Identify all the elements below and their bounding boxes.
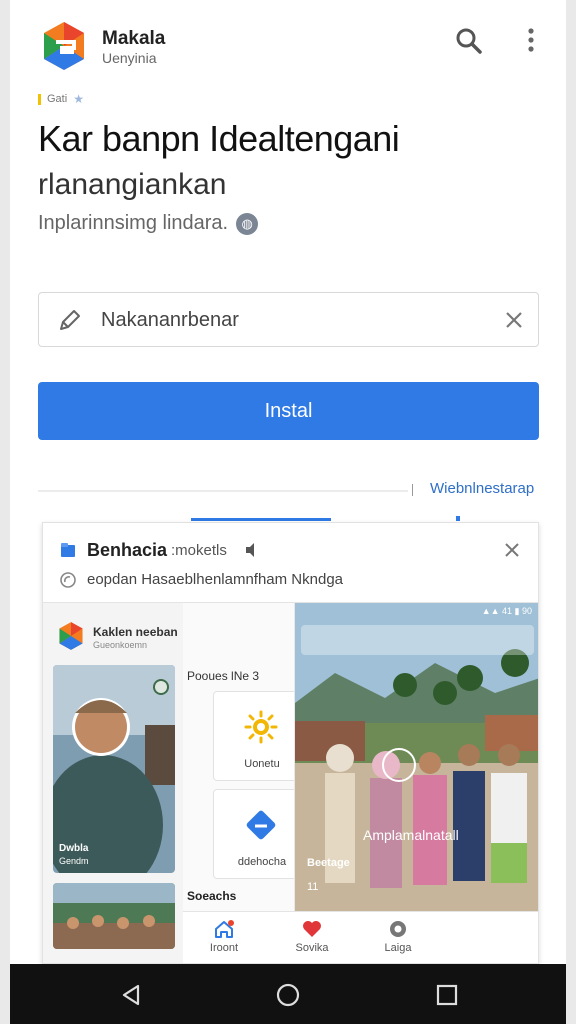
document-icon [61, 543, 75, 557]
circle-icon [390, 921, 406, 937]
group-photo-thumbnail[interactable] [53, 883, 175, 949]
globe-icon[interactable]: ◍ [236, 212, 259, 235]
preview-photo[interactable]: ▲▲ 41 ▮ 90 Amplamalnatall Beetage 11 [295, 603, 538, 911]
page-title: Kar banpn Idealtengani [38, 118, 400, 159]
star-icon: ★ [73, 92, 84, 106]
mini-app-title: Kaklen neeban [93, 625, 178, 639]
back-icon[interactable] [118, 982, 144, 1008]
photo-sublabel: Gendm [59, 856, 89, 866]
feature-card[interactable]: Uonetu [213, 691, 294, 781]
photo-label: Beetage [307, 857, 350, 869]
section-heading: Pooues lNe 3 [187, 669, 260, 683]
status-bar: ▲▲ 41 ▮ 90 [481, 606, 532, 616]
tag-label: Gati [47, 93, 68, 105]
sound-icon[interactable] [243, 541, 261, 559]
app-subtitle: Uenyinia [102, 50, 157, 66]
refresh-icon [60, 572, 76, 588]
description-text: Inplarinnsimg lindara. [38, 212, 229, 234]
page-description: Inplarinnsimg lindara. ◍ [38, 212, 259, 235]
install-button[interactable]: Instal [38, 382, 539, 440]
more-options-icon[interactable] [516, 26, 546, 56]
nav-item-home[interactable]: Iroont [189, 918, 259, 954]
photo-label: Dwbla [59, 843, 89, 854]
more-link[interactable]: Wiebnlnestarap [430, 480, 534, 497]
search-field[interactable] [38, 292, 539, 347]
search-icon[interactable] [454, 26, 484, 56]
tag-marker [38, 93, 41, 105]
home-icon [215, 920, 234, 938]
close-icon[interactable] [503, 309, 525, 331]
heart-icon [303, 921, 321, 937]
nav-label: Sovika [295, 942, 329, 954]
app-logo-icon [59, 622, 83, 650]
card-header: Benhacia :moketls eopdan Hasaeblhenlamnf… [43, 523, 538, 603]
app-name: Makala [102, 28, 166, 49]
app-page: Makala Uenyinia Gati ★ Kar banpn Idealte… [10, 0, 566, 964]
search-input[interactable] [101, 303, 491, 337]
feature-label: ddehocha [237, 856, 287, 868]
photo-caption: Amplamalnatall [363, 827, 459, 843]
profile-photo[interactable] [53, 665, 175, 873]
home-button-icon[interactable] [275, 982, 301, 1008]
app-logo-icon [44, 22, 84, 70]
photo-count: 11 [307, 881, 319, 893]
nav-item-profile[interactable]: Laiga [363, 918, 433, 954]
preview-left-column: Kaklen neeban Gueonkoemn Dwbla Gendm [43, 603, 183, 963]
feature-label: Uonetu [244, 758, 280, 770]
section-footer: Soeachs [187, 889, 237, 903]
tab-indicator [191, 518, 331, 521]
nav-label: Laiga [384, 942, 412, 954]
close-icon[interactable] [503, 541, 521, 559]
pen-icon [60, 310, 80, 330]
app-header: Makala Uenyinia [10, 0, 566, 86]
system-navigation-bar [10, 964, 566, 1024]
preview-middle-column: Pooues lNe 3 Uonetu ddehocha Soeachs [183, 603, 295, 963]
nav-label: Iroont [209, 942, 239, 954]
feature-card[interactable]: ddehocha [213, 789, 294, 879]
recents-icon[interactable] [434, 982, 460, 1008]
category-tag: Gati ★ [38, 92, 84, 106]
card-subtitle: eopdan Hasaeblhenlamnfham Nkndga [87, 571, 344, 588]
sun-icon [244, 710, 278, 744]
divider [38, 490, 408, 492]
chat-icon [246, 810, 276, 840]
card-title: Benhacia [87, 540, 168, 560]
page-subtitle: rlanangiankan [38, 168, 227, 201]
mini-app-subtitle: Gueonkoemn [93, 640, 148, 650]
tab-indicator-dot [456, 516, 460, 521]
bottom-navigation: Iroont Sovika Laiga [183, 911, 538, 963]
divider-tick [412, 484, 413, 496]
nav-item-favorites[interactable]: Sovika [277, 918, 347, 954]
photo-search-bar[interactable] [301, 625, 534, 655]
preview-card: Benhacia :moketls eopdan Hasaeblhenlamnf… [42, 522, 539, 964]
card-title-extra: :moketls [171, 542, 227, 559]
